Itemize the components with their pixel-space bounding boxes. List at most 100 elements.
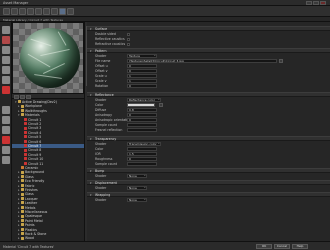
tree-item-label: Walkthroughs <box>25 108 47 113</box>
material-preview[interactable] <box>12 22 84 94</box>
pattern-4-input[interactable]: 0 <box>127 84 157 89</box>
environment-tool-icon[interactable] <box>2 76 10 84</box>
import-icon[interactable] <box>2 126 10 134</box>
material-icon <box>21 166 24 170</box>
transparency-3-input[interactable] <box>127 162 157 167</box>
material-tree[interactable]: ▾ Active Drawing(Dev2) ▸ Workplane ▸ Walkthro… <box>12 99 84 241</box>
folder-icon <box>21 227 24 231</box>
refractive-caustics-row: Refractive caustics <box>87 42 330 47</box>
pattern-1-input[interactable]: 0 <box>127 69 157 74</box>
back-icon[interactable] <box>3 8 10 15</box>
close-button[interactable] <box>320 1 326 5</box>
delete-tool-icon[interactable] <box>2 86 10 94</box>
select-tool-icon[interactable] <box>2 26 10 34</box>
pattern-file-input[interactable]: (Textures\Sets03\Circuit\Circuit 3.jpg <box>127 59 277 64</box>
delete-icon[interactable] <box>51 8 58 15</box>
remove-icon[interactable] <box>2 136 10 144</box>
pattern-2-input[interactable]: 1 <box>127 74 157 79</box>
pattern-0-input[interactable]: 0 <box>127 64 157 69</box>
export-icon[interactable] <box>2 146 10 154</box>
color-picker-button[interactable] <box>159 103 163 107</box>
reflectance-shader-select[interactable]: Reflectance color <box>127 98 161 103</box>
pattern-shader-select[interactable]: Texture <box>127 54 157 59</box>
help-button[interactable]: Help <box>292 244 308 249</box>
material-icon <box>24 139 27 143</box>
folder-icon <box>21 232 24 236</box>
double-sided-checkbox[interactable] <box>127 32 131 36</box>
maximize-button[interactable] <box>313 1 319 5</box>
refractive-caustics-checkbox[interactable] <box>127 42 131 46</box>
pattern-3-row: Scale v 1 <box>87 79 330 84</box>
refresh-icon[interactable] <box>2 156 10 164</box>
reflectance-3-input[interactable] <box>127 123 157 128</box>
ok-button[interactable]: OK <box>256 244 272 249</box>
pattern-1-label: Offset v <box>95 69 108 74</box>
displacement-shader-select[interactable]: None <box>127 186 147 191</box>
section-surface[interactable]: ▾ Surface <box>87 26 330 31</box>
transparency-shader-select[interactable]: Transmission color <box>127 142 161 147</box>
tree-item-label: Metals <box>25 205 36 210</box>
minimize-button[interactable] <box>306 1 312 5</box>
tree-filter-icon[interactable] <box>26 94 31 99</box>
reflective-caustics-checkbox[interactable] <box>127 37 131 41</box>
paste-icon[interactable] <box>43 8 50 15</box>
folder-icon <box>21 179 24 183</box>
tree-item-label: Plastics <box>25 227 37 232</box>
wrapping-shader-row: Shader None <box>87 198 330 203</box>
tree-item-label: Circuit 7 <box>28 144 42 148</box>
settings-icon[interactable] <box>67 8 74 15</box>
pattern-0-row: Offset u 0 <box>87 64 330 69</box>
status-text: Material 'Circuit 7 with Textures' <box>3 244 55 249</box>
camera-tool-icon[interactable] <box>2 56 10 64</box>
section-pattern[interactable]: ▾ Pattern <box>87 48 330 53</box>
preview-icon[interactable] <box>59 8 66 15</box>
reflectance-4-input[interactable] <box>127 128 157 133</box>
tree-item-label: Circuit 6 <box>28 139 42 144</box>
transparency-2-label: Roughness <box>95 157 113 162</box>
reflectance-0-input[interactable]: 0.8 <box>127 108 157 113</box>
tree-item-label: Rock & Stone <box>25 232 47 236</box>
material-tool-icon[interactable] <box>2 36 10 44</box>
transparency-1-label: IOR <box>95 152 101 157</box>
folder-icon <box>21 236 24 240</box>
tree-item-label: Background <box>25 170 45 175</box>
browse-file-button[interactable] <box>279 59 283 63</box>
move-up-icon[interactable] <box>2 106 10 114</box>
material-icon <box>24 126 27 130</box>
tree-expand-icon[interactable] <box>20 94 25 99</box>
new-material-icon[interactable] <box>27 8 34 15</box>
transparency-0-input[interactable] <box>127 147 157 152</box>
move-down-icon[interactable] <box>2 116 10 124</box>
transparency-2-input[interactable]: 0 <box>127 157 157 162</box>
section-displacement[interactable]: ▾ Displacement <box>87 180 330 185</box>
tree-item-label: Glass <box>25 174 34 179</box>
transparency-3-label: Sample count <box>95 162 117 167</box>
cancel-button[interactable]: Cancel <box>274 244 290 249</box>
pattern-2-label: Scale u <box>95 74 107 79</box>
transparency-1-input[interactable]: 1.5 <box>127 152 157 157</box>
bump-shader-select[interactable]: None <box>127 174 147 179</box>
forward-icon[interactable] <box>11 8 18 15</box>
reflectance-1-input[interactable]: 0 <box>127 113 157 118</box>
section-transparency[interactable]: ▾ Transparency <box>87 136 330 141</box>
transparency-2-row: Roughness 0 <box>87 157 330 162</box>
light-tool-icon[interactable] <box>2 46 10 54</box>
pattern-3-input[interactable]: 1 <box>127 79 157 84</box>
reflectance-color-swatch[interactable] <box>127 103 155 107</box>
toolbar <box>0 6 330 17</box>
tree-item-label: Leather <box>25 201 38 206</box>
section-wrapping[interactable]: ▾ Wrapping <box>87 192 330 197</box>
tree-collapse-icon[interactable] <box>14 94 19 99</box>
folder-icon <box>21 175 24 179</box>
transparency-0-row: Color <box>87 147 330 152</box>
tree-item-label: Circuit 4 <box>28 130 42 135</box>
tree-item-label: Circuit 2 <box>28 122 42 126</box>
reflectance-2-input[interactable]: 0 <box>127 118 157 123</box>
up-icon[interactable] <box>19 8 26 15</box>
copy-icon[interactable] <box>35 8 42 15</box>
section-reflectance[interactable]: ▾ Reflectance <box>87 92 330 97</box>
section-bump[interactable]: ▾ Bump <box>87 168 330 173</box>
wrapping-shader-select[interactable]: None <box>127 198 147 203</box>
texture-tool-icon[interactable] <box>2 66 10 74</box>
tree-item-label: Eco Friendly <box>25 179 45 184</box>
